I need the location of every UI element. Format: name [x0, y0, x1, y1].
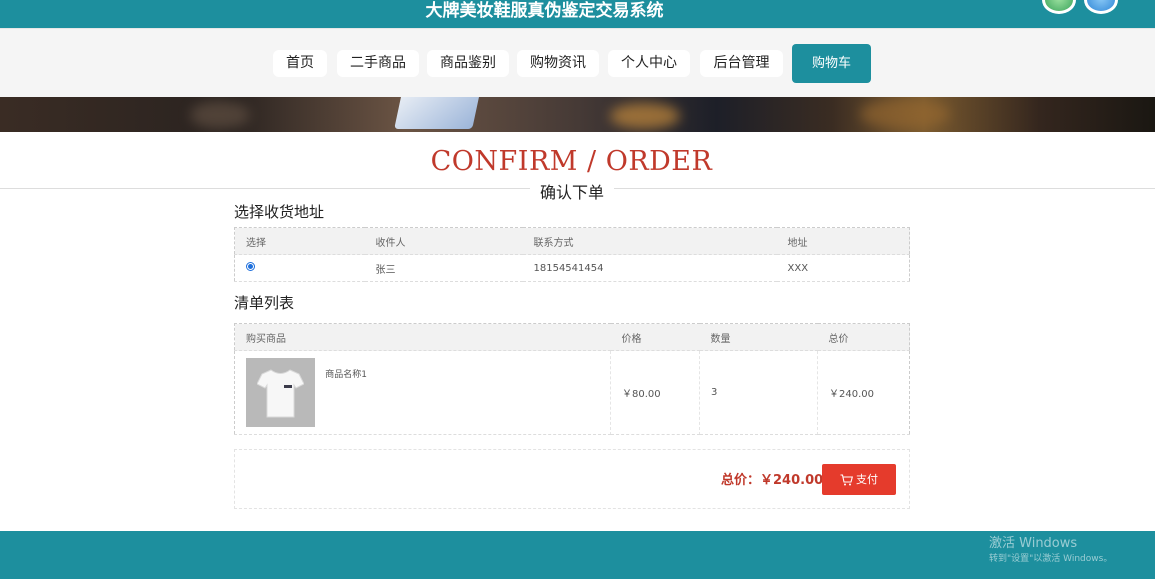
- address-section-title: 选择收货地址: [234, 203, 325, 221]
- footer: [0, 531, 1155, 579]
- total-price: 总价：￥240.00: [721, 473, 824, 488]
- column-header: 总价: [817, 323, 910, 351]
- watermark-subtitle: 转到"设置"以激活 Windows。: [989, 554, 1113, 564]
- nav-shopping-news[interactable]: 购物资讯: [517, 50, 599, 77]
- address-table: 选择 收件人 联系方式 地址 张三 18154541454 XXX: [234, 227, 910, 282]
- address-cell: XXX: [776, 254, 910, 282]
- column-header: 选择: [234, 227, 365, 255]
- table-header-row: 购买商品 价格 数量 总价: [234, 323, 910, 351]
- pay-button-label: 支付: [856, 473, 878, 486]
- column-header: 地址: [776, 227, 910, 255]
- nav-home[interactable]: 首页: [273, 50, 327, 77]
- subtotal-cell: ￥240.00: [817, 350, 910, 435]
- site-title: 大牌美妆鞋服真伪鉴定交易系统: [425, 1, 664, 21]
- table-row[interactable]: 商品名称1 ￥80.00 3 ￥240.00: [234, 350, 910, 435]
- phone-cell: 18154541454: [522, 254, 777, 282]
- column-header: 价格: [610, 323, 700, 351]
- quantity-cell: 3: [699, 350, 818, 435]
- top-bar: 大牌美妆鞋服真伪鉴定交易系统: [0, 0, 1155, 28]
- avatar[interactable]: [1084, 0, 1118, 14]
- address-radio[interactable]: [246, 262, 255, 271]
- order-summary: 总价：￥240.00 支付: [234, 449, 910, 509]
- product-image[interactable]: [246, 358, 315, 427]
- column-header: 购买商品: [234, 323, 611, 351]
- banner-image: [0, 97, 1155, 132]
- nav-authentication[interactable]: 商品鉴别: [427, 50, 509, 77]
- order-table: 购买商品 价格 数量 总价 商品名称1 ￥80.00 3 ￥240.00: [234, 323, 910, 435]
- nav-second-hand[interactable]: 二手商品: [337, 50, 419, 77]
- page-title: 确认下单: [530, 179, 614, 203]
- nav-cart[interactable]: 购物车: [792, 44, 871, 83]
- tshirt-icon: [257, 369, 304, 418]
- pay-button[interactable]: 支付: [822, 464, 896, 495]
- nav-user-center[interactable]: 个人中心: [608, 50, 690, 77]
- nav-admin[interactable]: 后台管理: [700, 50, 783, 77]
- price-cell: ￥80.00: [610, 350, 700, 435]
- watermark-title: 激活 Windows: [989, 536, 1078, 551]
- table-row[interactable]: 张三 18154541454 XXX: [234, 254, 910, 282]
- cart-icon: [840, 474, 854, 486]
- page-title-english: CONFIRM / ORDER: [430, 146, 713, 177]
- column-header: 收件人: [364, 227, 523, 255]
- product-name[interactable]: 商品名称1: [325, 367, 367, 380]
- banner-device: [394, 97, 480, 129]
- main-nav: 首页 二手商品 商品鉴别 购物资讯 个人中心 后台管理 购物车: [0, 28, 1155, 97]
- table-header-row: 选择 收件人 联系方式 地址: [234, 227, 910, 255]
- order-section-title: 清单列表: [234, 294, 295, 312]
- address-select-cell: [234, 254, 365, 282]
- product-cell: 商品名称1: [234, 350, 611, 435]
- column-header: 数量: [699, 323, 818, 351]
- column-header: 联系方式: [522, 227, 777, 255]
- recipient-cell: 张三: [364, 254, 523, 282]
- windows-activation-watermark: 激活 Windows 转到"设置"以激活 Windows。: [989, 532, 1112, 564]
